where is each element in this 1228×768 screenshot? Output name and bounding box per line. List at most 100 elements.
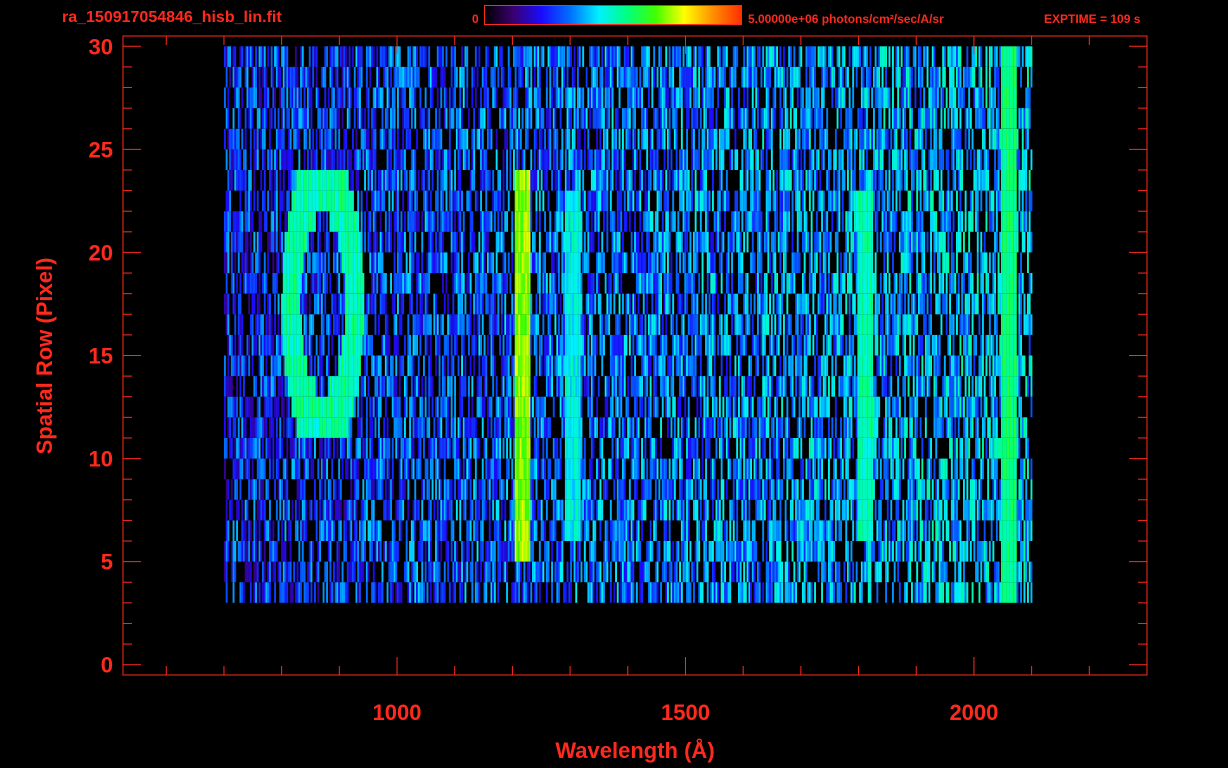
heatmap-cell [632,520,635,541]
heatmap-cell [878,396,881,418]
heatmap-cell [362,334,365,356]
heatmap-cell [499,334,501,356]
heatmap-cell [279,438,282,459]
heatmap-cell [680,355,683,377]
heatmap-cell [834,314,837,335]
heatmap-cell [779,376,782,397]
heatmap-cell [864,355,867,377]
heatmap-cell [838,376,841,397]
heatmap-cell [786,273,789,294]
heatmap-cell [800,541,803,562]
heatmap-cell [649,438,652,459]
heatmap-cell [1027,293,1029,315]
heatmap-cell [639,314,642,335]
heatmap-cell [379,520,382,541]
heatmap-cell [326,273,328,294]
heatmap-cell [789,458,792,480]
heatmap-cell [227,355,230,377]
heatmap-cell [243,582,245,603]
heatmap-cell [421,417,424,438]
heatmap-cell [452,293,455,315]
heatmap-cell [476,582,479,603]
heatmap-cell [699,376,702,397]
heatmap-cell [1011,541,1014,562]
heatmap-cell [301,541,304,562]
heatmap-cell [855,458,858,480]
heatmap-cell [874,458,877,480]
heatmap-cell [362,561,365,583]
heatmap-cell [310,438,313,459]
heatmap-cell [660,334,662,356]
heatmap-cell [757,293,759,315]
heatmap-cell [923,273,926,294]
heatmap-cell [1002,561,1005,583]
heatmap-cell [571,458,574,480]
heatmap-cell [988,314,991,335]
heatmap-cell [1025,314,1028,335]
heatmap-cell [286,314,289,335]
heatmap-cell [298,355,301,377]
heatmap-cell [950,273,953,294]
heatmap-cell [599,438,602,459]
heatmap-cell [528,417,531,438]
heatmap-cell [322,499,325,521]
heatmap-cell [294,273,297,294]
heatmap-cell [490,314,493,335]
heatmap-cell [731,376,733,397]
heatmap-cell [421,273,424,294]
heatmap-cell [992,438,995,459]
heatmap-cell [1027,541,1029,562]
heatmap-cell [817,293,820,315]
heatmap-cell [345,396,347,418]
heatmap-cell [618,334,621,356]
heatmap-cell [447,334,450,356]
heatmap-cell [262,376,264,397]
heatmap-cell [736,520,739,541]
heatmap-cell [438,561,441,583]
heatmap-cell [938,273,941,294]
heatmap-cell [317,396,320,418]
heatmap-cell [732,479,735,500]
heatmap-cell [911,293,913,315]
heatmap-cell [577,499,579,521]
heatmap-cell [1020,314,1022,335]
heatmap-cell [876,355,879,377]
heatmap-cell [476,314,479,335]
heatmap-cell [284,293,287,315]
heatmap-cell [269,561,271,583]
heatmap-cell [519,355,522,377]
heatmap-cell [897,396,900,418]
heatmap-cell [665,376,668,397]
heatmap-cell [933,499,936,521]
heatmap-cell [346,334,349,356]
heatmap-cell [599,334,602,356]
heatmap-cell [549,314,552,335]
heatmap-cell [876,582,879,603]
heatmap-cell [892,458,894,480]
heatmap-cell [367,293,370,315]
heatmap-cell [343,355,346,377]
heatmap-cell [739,417,742,438]
heatmap-cell [653,314,656,335]
heatmap-cell [663,458,666,480]
heatmap-cell [355,273,358,294]
heatmap-cell [281,376,283,397]
heatmap-cell [251,417,254,438]
heatmap-cell [371,479,373,500]
heatmap-cell [331,334,334,356]
heatmap-cell [303,273,306,294]
heatmap-cell [345,417,347,438]
heatmap-cell [980,561,983,583]
heatmap-cell [994,314,996,335]
heatmap-cell [677,417,680,438]
heatmap-cell [639,376,642,397]
heatmap-cell [691,293,694,315]
heatmap-cell [710,334,713,356]
heatmap-cell [341,561,344,583]
heatmap-cell [566,376,569,397]
heatmap-cell [637,438,640,459]
heatmap-cell [855,520,858,541]
heatmap-cell [346,417,349,438]
heatmap-cell [921,273,924,294]
heatmap-cell [739,438,742,459]
